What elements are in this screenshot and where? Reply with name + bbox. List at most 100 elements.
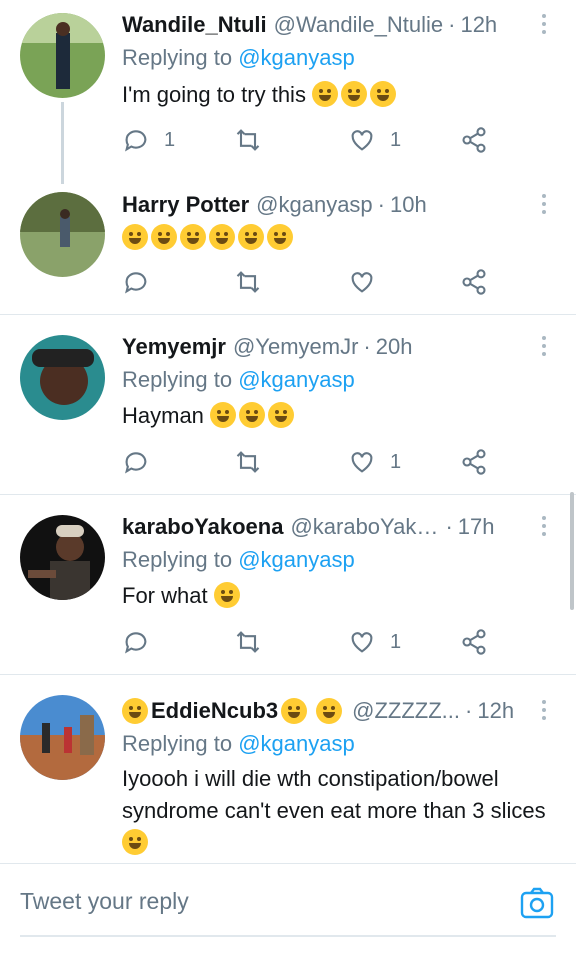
user-handle[interactable]: @kganyasp	[256, 192, 373, 218]
share-button[interactable]	[460, 265, 488, 299]
tweet-divider	[0, 314, 576, 315]
tweet-text: Hayman	[122, 400, 562, 432]
user-handle[interactable]: @YemyemJr	[233, 334, 358, 360]
joy-emoji	[180, 224, 206, 250]
camera-icon[interactable]	[520, 886, 554, 920]
mention-link[interactable]: @kganyasp	[238, 45, 355, 70]
joy-emoji	[312, 81, 339, 107]
compose-divider	[0, 863, 576, 864]
mention-link[interactable]: @kganyasp	[238, 547, 355, 572]
joy-emoji	[151, 224, 177, 250]
reply-count: 1	[164, 128, 176, 151]
mention-link[interactable]: @kganyasp	[238, 367, 355, 392]
replying-to: Replying to @kganyasp	[122, 45, 355, 71]
reply-button[interactable]	[122, 445, 150, 479]
retweet-icon	[236, 631, 260, 653]
share-button[interactable]	[460, 625, 488, 659]
timestamp[interactable]: 20h	[376, 334, 413, 360]
timestamp[interactable]: 10h	[390, 192, 427, 218]
user-handle[interactable]: @karaboYako...	[290, 514, 440, 540]
dizzy-emoji	[122, 698, 148, 724]
like-count: 1	[390, 128, 402, 151]
share-icon	[462, 449, 486, 475]
mention-link[interactable]: @kganyasp	[238, 731, 355, 756]
heart-icon	[351, 452, 373, 473]
tweet-actions	[122, 265, 502, 299]
replying-to: Replying to @kganyasp	[122, 367, 355, 393]
retweet-button[interactable]	[234, 445, 262, 479]
replying-to-label: Replying to	[122, 367, 233, 392]
display-name[interactable]: Yemyemjr	[122, 334, 226, 360]
display-name[interactable]: EddieNcub3	[151, 698, 278, 724]
tweet-actions: 1 1	[122, 123, 502, 157]
user-handle[interactable]: @ZZZZZ...	[352, 698, 460, 724]
avatar[interactable]	[20, 515, 105, 600]
heart-icon	[351, 272, 373, 293]
tweet-actions: 1	[122, 625, 502, 659]
share-button[interactable]	[460, 445, 488, 479]
wink-emoji	[316, 698, 343, 724]
joy-emoji	[238, 224, 264, 250]
replying-to: Replying to @kganyasp	[122, 547, 355, 573]
ok-hand-emoji	[281, 698, 308, 724]
timestamp[interactable]: 12h	[460, 12, 497, 38]
joy-emoji	[209, 224, 235, 250]
more-options-icon[interactable]	[536, 192, 552, 216]
retweet-icon	[236, 451, 260, 473]
tweet-header: karaboYakoena @karaboYako... · 17h	[122, 512, 536, 542]
separator: ·	[445, 514, 453, 539]
more-options-icon[interactable]	[536, 12, 552, 36]
avatar[interactable]	[20, 695, 105, 780]
retweet-button[interactable]	[234, 265, 262, 299]
share-icon	[462, 127, 486, 153]
reply-icon	[125, 452, 147, 474]
timestamp[interactable]: 12h	[477, 698, 514, 724]
scrollbar[interactable]	[570, 492, 574, 610]
joy-emoji	[122, 224, 148, 250]
replying-to-label: Replying to	[122, 731, 233, 756]
avatar[interactable]	[20, 13, 105, 98]
heart-icon	[351, 130, 373, 151]
more-options-icon[interactable]	[536, 698, 552, 722]
reply-input[interactable]: Tweet your reply	[20, 888, 189, 915]
reply-icon	[125, 130, 147, 152]
avatar[interactable]	[20, 192, 105, 277]
replying-to-label: Replying to	[122, 547, 233, 572]
separator: ·	[448, 12, 456, 37]
share-button[interactable]	[460, 123, 488, 157]
display-name[interactable]: Harry Potter	[122, 192, 249, 218]
rofl-emoji	[268, 402, 295, 428]
tweet-text-content: Iyoooh i will die wth constipation/bowel…	[122, 766, 546, 823]
tweet-text: For what	[122, 580, 562, 612]
reply-button[interactable]	[122, 625, 150, 659]
retweet-button[interactable]	[234, 123, 262, 157]
like-button[interactable]: 1	[348, 445, 401, 479]
display-name[interactable]: Wandile_Ntuli	[122, 12, 267, 38]
raised-hands-emoji	[267, 224, 293, 250]
like-button[interactable]: 1	[348, 123, 401, 157]
display-name[interactable]: karaboYakoena	[122, 514, 283, 540]
more-options-icon[interactable]	[536, 334, 552, 358]
tweet-text	[122, 222, 562, 254]
reply-button[interactable]	[122, 265, 150, 299]
timestamp[interactable]: 17h	[458, 514, 495, 540]
tweet-text-content: Hayman	[122, 403, 204, 428]
tweet-text: Iyoooh i will die wth constipation/bowel…	[122, 763, 562, 859]
retweet-button[interactable]	[234, 625, 262, 659]
avatar[interactable]	[20, 335, 105, 420]
like-button[interactable]	[348, 265, 376, 299]
thread-connector	[61, 102, 64, 184]
tweet-header: EddieNcub3 @ZZZZZ... · 12h	[122, 696, 536, 726]
reply-button[interactable]: 1	[122, 123, 175, 157]
tweet-header: Harry Potter @kganyasp · 10h	[122, 190, 536, 220]
tweet-divider	[0, 674, 576, 675]
reply-icon	[125, 272, 147, 294]
rofl-emoji	[239, 402, 266, 428]
compose-underline	[20, 935, 556, 937]
tweet-header: Wandile_Ntuli @Wandile_Ntulie · 12h	[122, 10, 536, 40]
user-handle[interactable]: @Wandile_Ntulie	[274, 12, 443, 38]
tweet-actions: 1	[122, 445, 502, 479]
like-button[interactable]: 1	[348, 625, 401, 659]
heart-icon	[351, 632, 373, 653]
more-options-icon[interactable]	[536, 514, 552, 538]
